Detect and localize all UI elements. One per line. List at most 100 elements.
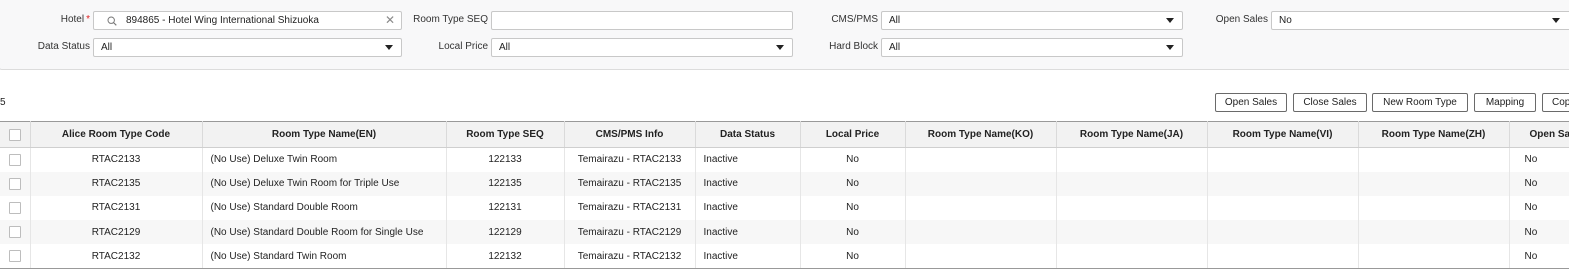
column-header[interactable]: Alice Room Type Code xyxy=(30,121,203,148)
data-status: Inactive xyxy=(695,147,801,172)
copy-button[interactable]: Cop xyxy=(1542,93,1569,112)
row-checkbox[interactable] xyxy=(8,201,21,214)
row-checkbox[interactable] xyxy=(8,153,21,166)
local-price: No xyxy=(800,147,906,172)
room-type-name-zh xyxy=(1358,147,1510,172)
column-header[interactable]: CMS/PMS Info xyxy=(564,121,696,148)
local-price-select[interactable]: All xyxy=(491,38,793,57)
room-type-name-en: (No Use) Deluxe Twin Room xyxy=(202,147,447,172)
cms-pms-info: Temairazu - RTAC2132 xyxy=(564,244,696,269)
hard-block-label: Hard Block xyxy=(829,41,878,52)
room-type-name-ja xyxy=(1056,171,1208,196)
search-icon xyxy=(107,16,117,26)
data-status: Inactive xyxy=(695,220,801,245)
data-status-select[interactable]: All xyxy=(93,38,402,57)
room-type-seq: 122131 xyxy=(446,195,565,221)
open-sales-button[interactable]: Open Sales xyxy=(1215,93,1287,112)
data-status: Inactive xyxy=(695,244,801,269)
table-header-row: Alice Room Type Code Room Type Name(EN) … xyxy=(0,121,1569,148)
room-type-name-ja xyxy=(1056,147,1208,172)
table-row[interactable]: RTAC2135 (No Use) Deluxe Twin Room for T… xyxy=(0,171,1569,196)
cms-pms-info: Temairazu - RTAC2131 xyxy=(564,195,696,221)
hotel-label: Hotel * xyxy=(60,14,90,25)
room-type-seq-input[interactable] xyxy=(491,11,793,30)
table-row[interactable]: RTAC2132 (No Use) Standard Twin Room 122… xyxy=(0,244,1569,269)
room-type-name-ja xyxy=(1056,220,1208,245)
room-type-code: RTAC2132 xyxy=(30,244,203,269)
column-header[interactable]: Local Price xyxy=(800,121,906,148)
room-type-code: RTAC2131 xyxy=(30,195,203,221)
select-all-checkbox[interactable] xyxy=(8,128,21,141)
room-type-name-ko xyxy=(905,195,1057,221)
required-mark: * xyxy=(86,14,90,25)
column-header[interactable]: Open Sa xyxy=(1509,121,1569,148)
hotel-search-input[interactable]: 894865 - Hotel Wing International Shizuo… xyxy=(93,11,402,30)
column-header[interactable]: Room Type Name(KO) xyxy=(905,121,1057,148)
result-count: 5 xyxy=(0,97,6,108)
row-select-cell[interactable] xyxy=(0,171,31,196)
room-type-name-ko xyxy=(905,220,1057,245)
room-type-seq: 122132 xyxy=(446,244,565,269)
local-price: No xyxy=(800,220,906,245)
row-checkbox[interactable] xyxy=(8,226,21,239)
chevron-down-icon xyxy=(1552,18,1560,23)
data-status: Inactive xyxy=(695,195,801,221)
room-type-code: RTAC2135 xyxy=(30,171,203,196)
cms-pms-info: Temairazu - RTAC2129 xyxy=(564,220,696,245)
open-sales: No xyxy=(1509,220,1569,245)
room-type-name-ko xyxy=(905,244,1057,269)
new-room-type-button[interactable]: New Room Type xyxy=(1372,93,1468,112)
room-type-name-en: (No Use) Deluxe Twin Room for Triple Use xyxy=(202,171,447,196)
room-type-name-vi xyxy=(1207,220,1359,245)
local-price-label: Local Price xyxy=(438,41,488,52)
room-type-name-vi xyxy=(1207,171,1359,196)
open-sales-select[interactable]: No xyxy=(1271,11,1569,30)
chevron-down-icon xyxy=(1166,18,1174,23)
room-type-name-ko xyxy=(905,147,1057,172)
open-sales: No xyxy=(1509,147,1569,172)
room-type-name-vi xyxy=(1207,147,1359,172)
select-all-cell[interactable] xyxy=(0,121,31,148)
table-row[interactable]: RTAC2133 (No Use) Deluxe Twin Room 12213… xyxy=(0,147,1569,172)
open-sales: No xyxy=(1509,244,1569,269)
room-type-name-ja xyxy=(1056,195,1208,221)
local-price-value: All xyxy=(499,42,511,53)
row-checkbox[interactable] xyxy=(8,250,21,263)
column-header[interactable]: Room Type Name(EN) xyxy=(202,121,447,148)
row-checkbox[interactable] xyxy=(8,177,21,190)
table-row[interactable]: RTAC2131 (No Use) Standard Double Room 1… xyxy=(0,195,1569,221)
column-header[interactable]: Room Type Name(JA) xyxy=(1056,121,1208,148)
row-select-cell[interactable] xyxy=(0,220,31,245)
row-select-cell[interactable] xyxy=(0,147,31,172)
hard-block-select[interactable]: All xyxy=(881,38,1183,57)
column-header[interactable]: Room Type Name(ZH) xyxy=(1358,121,1510,148)
room-type-seq: 122135 xyxy=(446,171,565,196)
room-type-name-vi xyxy=(1207,195,1359,221)
data-status-value: All xyxy=(101,42,113,53)
close-sales-button[interactable]: Close Sales xyxy=(1293,93,1367,112)
room-type-name-en: (No Use) Standard Twin Room xyxy=(202,244,447,269)
open-sales: No xyxy=(1509,171,1569,196)
mapping-button[interactable]: Mapping xyxy=(1474,93,1536,112)
hard-block-value: All xyxy=(889,42,901,53)
clear-icon[interactable]: ✕ xyxy=(385,12,395,29)
table-row[interactable]: RTAC2129 (No Use) Standard Double Room f… xyxy=(0,220,1569,245)
cms-pms-info: Temairazu - RTAC2133 xyxy=(564,147,696,172)
cms-pms-value: All xyxy=(889,15,901,26)
room-type-name-ko xyxy=(905,171,1057,196)
local-price: No xyxy=(800,171,906,196)
row-select-cell[interactable] xyxy=(0,195,31,221)
column-header[interactable]: Room Type Name(VI) xyxy=(1207,121,1359,148)
open-sales-label: Open Sales xyxy=(1215,14,1268,25)
column-header[interactable]: Data Status xyxy=(695,121,801,148)
hotel-value: 894865 - Hotel Wing International Shizuo… xyxy=(126,15,319,26)
row-select-cell[interactable] xyxy=(0,244,31,269)
column-header[interactable]: Room Type SEQ xyxy=(446,121,565,148)
room-type-code: RTAC2129 xyxy=(30,220,203,245)
room-type-seq-label: Room Type SEQ xyxy=(413,14,488,25)
chevron-down-icon xyxy=(385,45,393,50)
room-type-name-en: (No Use) Standard Double Room xyxy=(202,195,447,221)
room-type-name-en: (No Use) Standard Double Room for Single… xyxy=(202,220,447,245)
cms-pms-label: CMS/PMS xyxy=(831,14,878,25)
cms-pms-select[interactable]: All xyxy=(881,11,1183,30)
